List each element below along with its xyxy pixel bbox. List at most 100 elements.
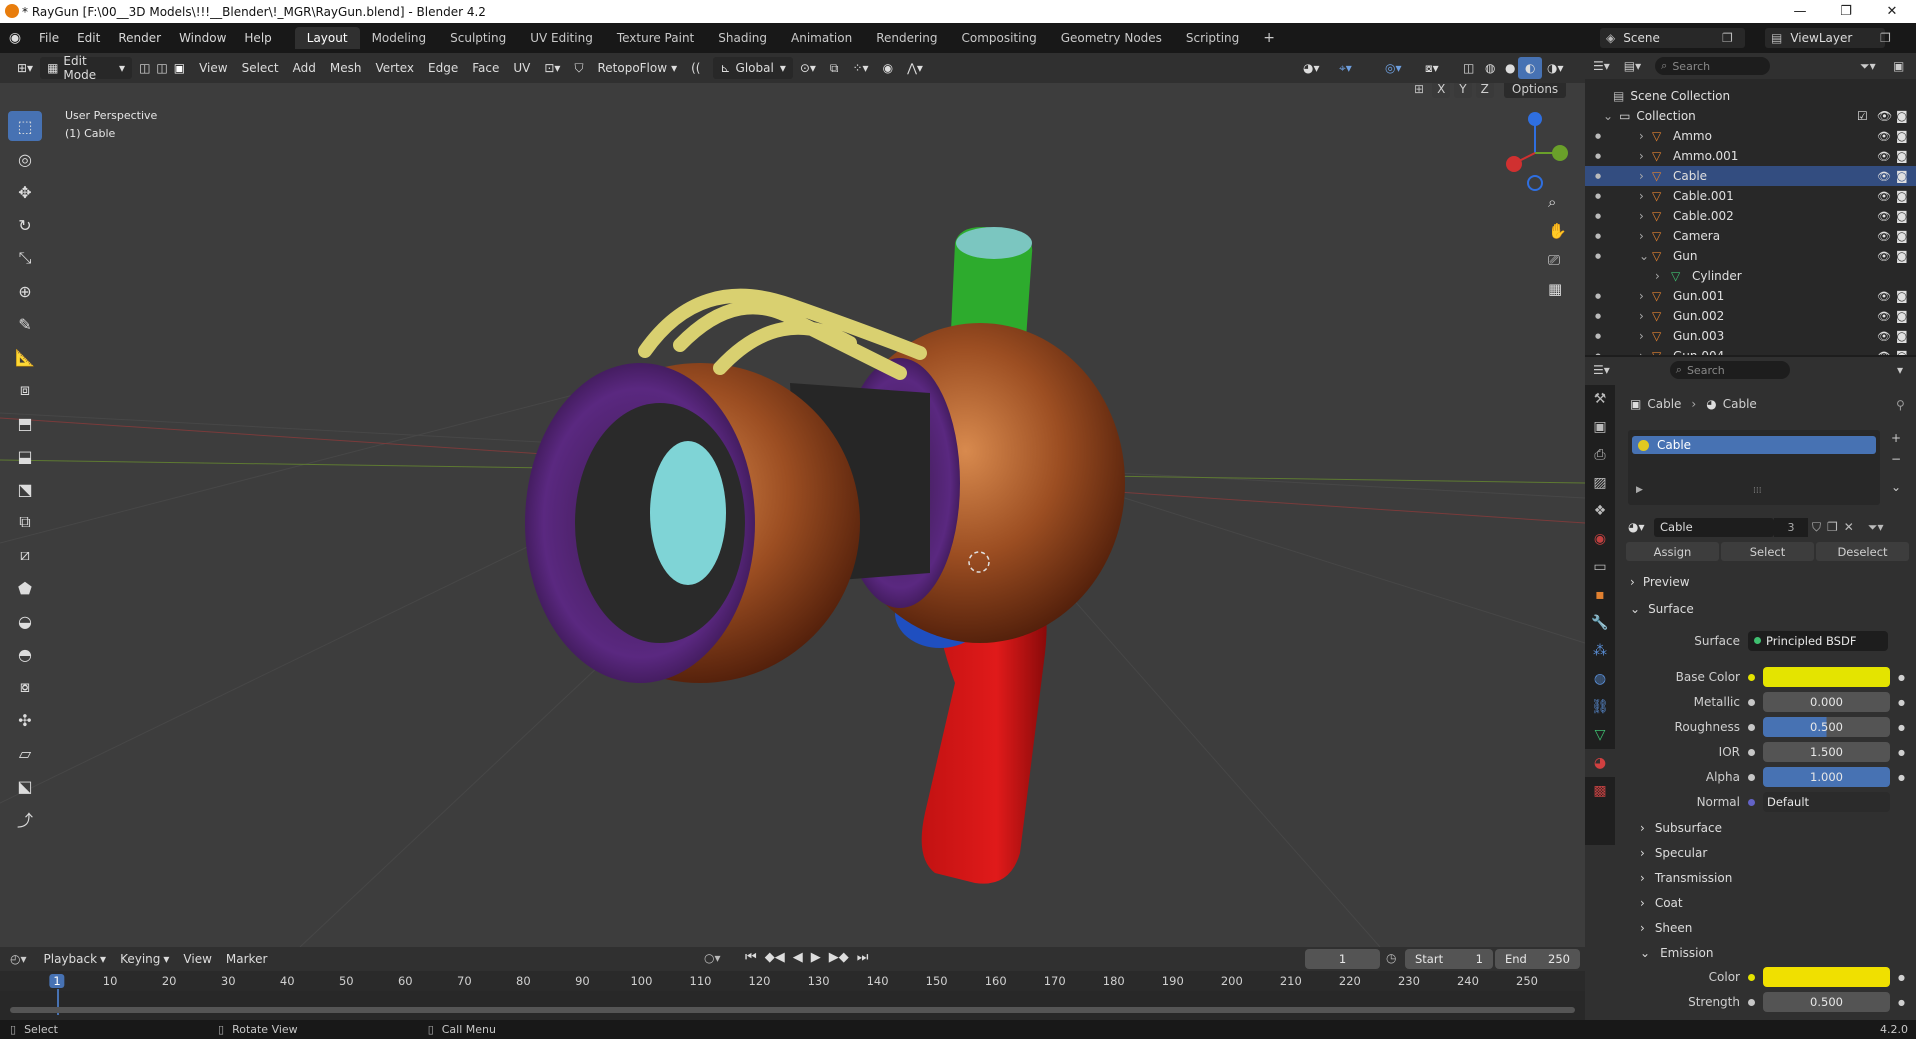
texture-tab-icon[interactable]: ▩ [1585,777,1615,805]
eye-icon[interactable]: 👁 [1877,310,1891,323]
play-reverse-icon[interactable]: ◀ [793,950,803,965]
base-color-swatch[interactable] [1763,667,1890,687]
alpha-field[interactable]: 1.000 [1763,767,1890,787]
surface-shader-field[interactable]: Principled BSDF [1748,631,1888,651]
mode-selector[interactable]: ▦ Edit Mode ▾ [40,54,133,82]
socket-dot-icon[interactable] [1748,723,1755,731]
edit-mode-dot-icon[interactable]: ● [1595,152,1601,160]
socket-dot-icon[interactable] [1748,998,1755,1006]
tab-rendering[interactable]: Rendering [864,27,949,49]
auto-keying-icon[interactable]: ○▾ [704,951,721,965]
bevel-tool-icon[interactable]: ⬔ [8,474,42,504]
particles-tab-icon[interactable]: ⁂ [1585,637,1615,665]
keyframe-dot-icon[interactable]: ● [1898,748,1905,757]
shrink-fatten-tool-icon[interactable]: ✣ [8,705,42,735]
mesh-overlay-icon[interactable]: ⧇▾ [1418,57,1446,79]
maximize-button[interactable]: ❐ [1823,0,1869,23]
timeline-ruler[interactable]: 1 10 20 30 40 50 60 70 80 90 100 110 120 130 140 150 160… [0,971,1585,1015]
expand-chevron-icon[interactable]: › [1639,189,1644,203]
menu-file[interactable]: File [30,31,68,45]
expand-chevron-icon[interactable]: › [1639,129,1644,143]
menu-render[interactable]: Render [109,31,170,45]
cursor-tool-icon[interactable]: ◎ [8,144,42,174]
object-tab-icon[interactable]: ▪ [1585,581,1615,609]
uv-menu[interactable]: UV [506,57,537,79]
axis-z-toggle[interactable]: Z [1475,83,1494,98]
retopoflow-tool-icon[interactable]: ⤴ [8,804,42,834]
camera-render-icon[interactable]: ◙ [1896,109,1908,123]
socket-dot-icon[interactable] [1748,773,1755,781]
filter-icon[interactable]: ⏷▾ [1860,59,1876,74]
unlink-material-icon[interactable]: ✕ [1844,520,1854,534]
outliner-row[interactable]: › ▽ Gun.002 👁 ◙ ● [1585,306,1916,326]
assign-button[interactable]: Assign [1626,542,1719,561]
move-tool-icon[interactable]: ✥ [8,177,42,207]
sheen-panel-header[interactable]: › Sheen [1640,921,1692,935]
hand-pan-icon[interactable]: ✋ [1548,222,1578,251]
constraints-tab-icon[interactable]: ⛓ [1585,693,1615,721]
poly-build-tool-icon[interactable]: ⬟ [8,573,42,603]
3d-viewport[interactable]: User Perspective (1) Cable ⊞ X Y Z Optio… [0,83,1585,947]
outliner-row[interactable]: › ▽ Cable.001 👁 ◙ ● [1585,186,1916,206]
eye-icon[interactable]: 👁 [1877,130,1891,143]
select-button[interactable]: Select [1721,542,1814,561]
keyframe-dot-icon[interactable]: ● [1898,698,1905,707]
play-icon[interactable]: ▶ [811,950,821,965]
ior-field[interactable]: 1.500 [1763,742,1890,762]
expand-chevron-icon[interactable]: › [1655,269,1660,283]
outliner-row[interactable]: › ▽ Cylinder [1585,266,1916,286]
keyframe-dot-icon[interactable]: ● [1898,723,1905,732]
start-frame-field[interactable]: Start 1 [1405,949,1493,969]
extrude-tool-icon[interactable]: ⬒ [8,408,42,438]
expand-chevron-icon[interactable]: › [1639,149,1644,163]
outliner-row[interactable]: › ▽ Ammo.001 👁 ◙ ● [1585,146,1916,166]
timeline-view-menu[interactable]: View [176,948,218,970]
transform-tool-icon[interactable]: ⊕ [8,276,42,306]
chevron-down-icon[interactable]: ▾ [1897,363,1903,377]
menu-edit[interactable]: Edit [68,31,109,45]
pivot-icon[interactable]: ⊙▾ [793,57,823,79]
render-tab-icon[interactable]: ▣ [1585,413,1615,441]
measure-tool-icon[interactable]: 📐 [8,342,42,372]
expand-chevron-icon[interactable]: › [1639,209,1644,223]
material-slot[interactable]: Cable [1632,436,1876,454]
face-menu[interactable]: Face [465,57,506,79]
edit-mode-dot-icon[interactable]: ● [1595,132,1601,140]
remove-slot-icon[interactable]: − [1891,452,1901,466]
properties-editor-icon[interactable]: ☰▾ [1593,363,1610,377]
eye-icon[interactable]: 👁 [1877,230,1891,243]
slot-menu-icon[interactable]: ⌄ [1891,480,1901,494]
outliner-row[interactable]: › ▽ Cable 👁 ◙ ● [1585,166,1916,186]
loop-cut-tool-icon[interactable]: ⧉ [8,507,42,537]
outliner-search-input[interactable]: ⌕ Search [1655,57,1771,75]
editor-type-icon[interactable]: ⊞▾ [10,57,40,79]
gizmo-icon[interactable]: ⌖▾ [1332,57,1359,79]
material-shading-icon[interactable]: ◐ [1518,57,1543,79]
overlay-icon[interactable]: ◎▾ [1378,57,1409,79]
zoom-icon[interactable]: ⌕ [1548,193,1578,222]
tab-shading[interactable]: Shading [706,27,779,49]
add-menu[interactable]: Add [286,57,323,79]
roughness-field[interactable]: 0.500 [1763,717,1890,737]
duplicate-material-icon[interactable]: ❐ [1827,520,1838,534]
current-frame-field[interactable]: 1 [1305,949,1380,969]
new-collection-icon[interactable]: ▣ [1893,59,1904,73]
socket-dot-icon[interactable] [1748,698,1755,706]
options-dropdown[interactable]: Options [1503,83,1567,98]
strength-field[interactable]: 0.500 [1763,992,1890,1012]
proportional-icon[interactable]: (( [684,57,707,79]
eye-icon[interactable]: 👁 [1877,190,1891,203]
face-select-icon[interactable]: ▣ [167,57,192,79]
expand-chevron-icon[interactable]: › [1639,309,1644,323]
camera-render-icon[interactable]: ◙ [1896,169,1908,183]
pin-icon[interactable]: ⚲ [1896,398,1905,412]
edge-slide-tool-icon[interactable]: ⧇ [8,672,42,702]
expand-chevron-icon[interactable]: › [1639,169,1644,183]
material-tab-icon[interactable]: ◕ [1585,749,1615,777]
camera-render-icon[interactable]: ◙ [1896,129,1908,143]
annotate-tool-icon[interactable]: ✎ [8,309,42,339]
subsurface-panel-header[interactable]: › Subsurface [1640,821,1722,835]
material-name-field[interactable]: Cable [1654,517,1774,537]
rip-tool-icon[interactable]: ⬕ [8,771,42,801]
edit-mode-dot-icon[interactable]: ● [1595,312,1601,320]
